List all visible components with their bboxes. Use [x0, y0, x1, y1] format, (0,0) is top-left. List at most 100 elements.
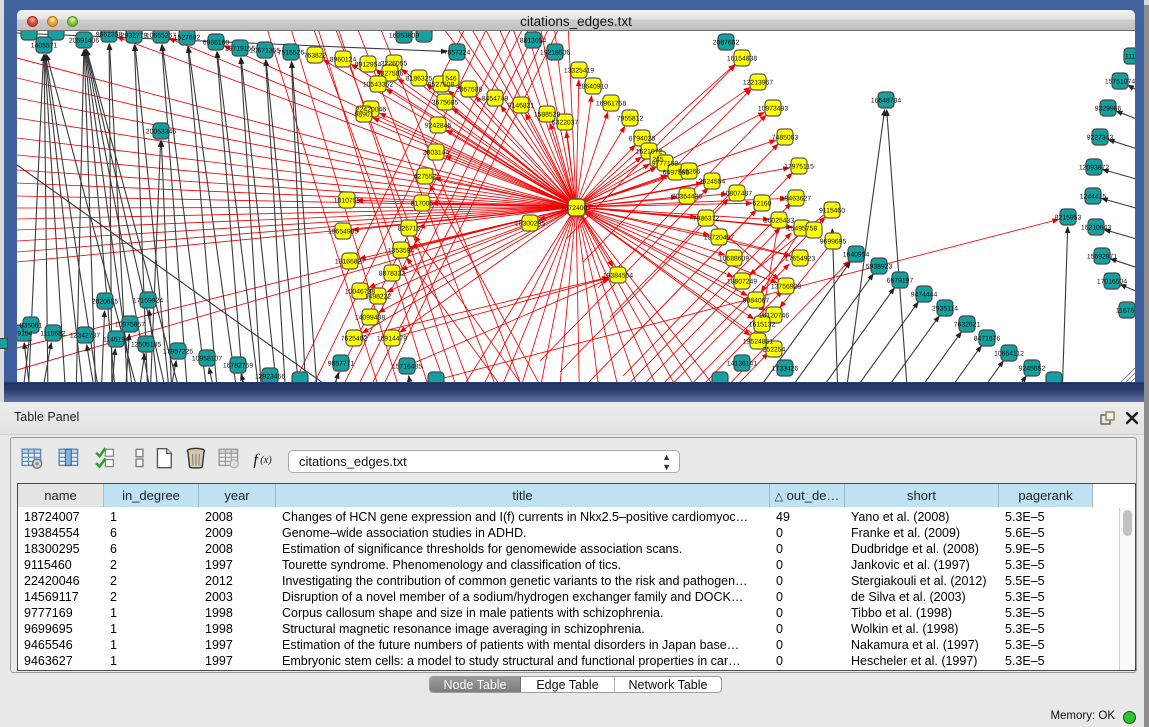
svg-text:18724007: 18724007 [561, 205, 591, 212]
svg-text:746266: 746266 [678, 169, 701, 176]
svg-text:9474444: 9474444 [911, 292, 938, 299]
svg-text:12093872: 12093872 [1079, 165, 1109, 172]
svg-text:8960124: 8960124 [330, 57, 357, 64]
svg-text:9329966: 9329966 [1095, 106, 1122, 113]
svg-text:19166827: 19166827 [335, 259, 365, 266]
svg-text:19384554: 19384554 [603, 273, 633, 280]
svg-text:1527602: 1527602 [174, 35, 201, 42]
svg-text:1010755: 1010755 [334, 198, 361, 205]
svg-text:10975857: 10975857 [115, 322, 145, 329]
svg-text:116753: 116753 [1116, 308, 1135, 315]
svg-text:1112: 1112 [1125, 54, 1135, 61]
svg-text:7632621: 7632621 [954, 322, 981, 329]
svg-text:8813054: 8813054 [520, 38, 547, 45]
svg-text:16210643: 16210643 [1081, 225, 1111, 232]
svg-text:17159924: 17159924 [133, 298, 163, 305]
svg-text:19218506: 19218506 [540, 50, 570, 57]
svg-text:6679197: 6679197 [887, 278, 914, 285]
svg-text:10958107: 10958107 [192, 356, 222, 363]
svg-text:39154: 39154 [17, 331, 33, 338]
svg-text:546: 546 [445, 76, 457, 83]
svg-text:16648784: 16648784 [871, 98, 901, 105]
svg-text:1405571: 1405571 [31, 43, 58, 50]
svg-text:8471676: 8471676 [974, 336, 1001, 343]
svg-text:16120746: 16120746 [759, 313, 789, 320]
svg-text:14099488: 14099488 [355, 315, 385, 322]
svg-text:8454749: 8454749 [482, 96, 509, 103]
svg-text:2803144: 2803144 [423, 150, 450, 157]
svg-text:18640910: 18640910 [578, 84, 608, 91]
svg-text:7515526: 7515526 [278, 50, 305, 57]
svg-text:7625402: 7625402 [341, 336, 368, 343]
svg-text:9777169: 9777169 [652, 161, 679, 168]
svg-text:835061: 835061 [20, 323, 43, 330]
svg-text:9242845: 9242845 [425, 123, 452, 130]
svg-text:15716485: 15716485 [392, 364, 422, 371]
svg-text:8878332: 8878332 [379, 271, 406, 278]
svg-text:9115460: 9115460 [819, 208, 845, 215]
svg-text:62160: 62160 [753, 201, 772, 208]
svg-text:5938923: 5938923 [866, 264, 893, 271]
svg-text:2935114: 2935114 [932, 306, 958, 313]
svg-text:14136141: 14136141 [727, 361, 757, 368]
svg-text:17016504: 17016504 [1097, 279, 1127, 286]
svg-text:817005: 817005 [411, 201, 434, 208]
svg-text:10025433: 10025433 [764, 218, 794, 225]
svg-text:2020655: 2020655 [92, 299, 119, 306]
svg-text:1733426: 1733426 [772, 366, 799, 373]
svg-text:8912954: 8912954 [355, 62, 382, 69]
svg-text:16053809: 16053809 [389, 33, 419, 40]
svg-text:20053346: 20053346 [146, 129, 176, 136]
svg-text:12213967: 12213967 [743, 80, 773, 87]
svg-text:1640954: 1640954 [843, 252, 870, 259]
svg-text:9084067: 9084067 [743, 298, 770, 305]
svg-text:9862358: 9862358 [96, 32, 123, 39]
svg-text:20364436: 20364436 [672, 194, 702, 201]
svg-text:13756928: 13756928 [771, 284, 801, 291]
svg-text:427552: 427552 [414, 174, 437, 181]
svg-text:763822: 763822 [304, 53, 327, 60]
svg-text:9227343: 9227343 [1087, 135, 1114, 142]
svg-text:3675685: 3675685 [432, 100, 459, 107]
svg-text:6794028: 6794028 [629, 136, 656, 143]
svg-text:17654923: 17654923 [785, 256, 815, 263]
svg-text:3226055: 3226055 [381, 61, 408, 68]
svg-text:7955812: 7955812 [617, 116, 644, 123]
svg-text:8215953: 8215953 [1055, 215, 1082, 222]
svg-text:7485063: 7485063 [772, 135, 799, 142]
svg-text:9245652: 9245652 [1019, 366, 1046, 373]
svg-text:9327506: 9327506 [377, 71, 404, 78]
svg-text:9146821: 9146821 [508, 103, 535, 110]
svg-text:16154838: 16154838 [727, 56, 757, 63]
svg-text:12342737: 12342737 [70, 333, 100, 340]
svg-text:2932779: 2932779 [121, 33, 148, 40]
svg-text:826715: 826715 [398, 226, 421, 233]
svg-text:20691406: 20691406 [69, 38, 99, 45]
svg-text:10688609: 10688609 [719, 256, 749, 263]
svg-text:16914479: 16914479 [377, 336, 407, 343]
svg-text:1145194: 1145194 [103, 337, 129, 344]
svg-text:3624554: 3624554 [699, 179, 726, 186]
svg-text:2087682: 2087682 [713, 40, 740, 47]
svg-text:1353594: 1353594 [388, 248, 415, 255]
svg-text:19463627: 19463627 [781, 196, 811, 203]
svg-text:(x): (x) [260, 455, 272, 466]
svg-text:18807249: 18807249 [727, 279, 757, 286]
svg-text:17957225: 17957225 [163, 349, 193, 356]
svg-text:10543362: 10543362 [363, 82, 393, 89]
svg-text:9857771: 9857771 [328, 361, 355, 368]
svg-text:252254: 252254 [763, 347, 786, 354]
svg-text:1588520: 1588520 [534, 112, 561, 119]
svg-text:1621072: 1621072 [636, 149, 663, 156]
svg-text:15495758: 15495758 [787, 226, 817, 233]
svg-text:15751074: 15751074 [1105, 79, 1135, 86]
svg-text:1615132: 1615132 [749, 322, 776, 329]
svg-text:15720407: 15720407 [704, 235, 734, 242]
svg-text:9527508: 9527508 [428, 82, 455, 89]
svg-text:10654112: 10654112 [994, 351, 1024, 358]
svg-text:10973493: 10973493 [758, 106, 788, 113]
svg-text:18300295: 18300295 [515, 221, 545, 228]
svg-text:19654985: 19654985 [328, 229, 358, 236]
svg-text:19524851: 19524851 [743, 339, 773, 346]
svg-text:2367608: 2367608 [456, 87, 483, 94]
